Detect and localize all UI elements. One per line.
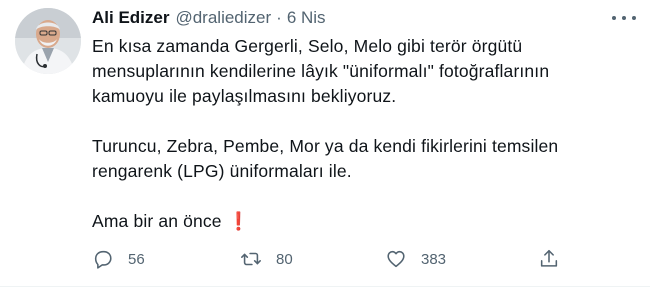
retweet-button[interactable]: 80 [240,246,293,272]
tweet-line: mensuplarının kendilerine lâyık "üniform… [92,61,550,81]
reply-button[interactable]: 56 [92,246,145,272]
exclamation-emoji: ❗ [227,211,250,231]
tweet-line: Turuncu, Zebra, Pembe, Mor ya da kendi f… [92,136,559,156]
tweet-text: En kısa zamanda Gergerli, Selo, Melo gib… [92,34,636,234]
like-button[interactable]: 383 [385,246,446,272]
reply-count: 56 [128,250,145,268]
tweet-line: rengarenk (LPG) üniformaları ile. [92,161,352,181]
tweet[interactable]: Ali Edizer @draliedizer · 6 Nis En kısa … [0,0,650,287]
tweet-date[interactable]: 6 Nis [287,8,326,28]
avatar-image [15,8,81,74]
separator-dot: · [276,8,282,27]
more-options-icon[interactable] [612,10,636,26]
like-count: 383 [421,250,447,268]
avatar[interactable] [15,8,81,74]
share-icon [540,249,558,267]
action-bar: 56 80 383 [92,246,562,272]
tweet-line: Ama bir an önce ❗ [92,209,636,234]
tweet-line: kamuoyu ile paylaşılmasını bekliyoruz. [92,86,397,106]
author-handle[interactable]: @draliedizer [175,8,271,28]
tweet-header: Ali Edizer @draliedizer · 6 Nis [92,6,634,30]
retweet-icon [241,252,261,266]
tweet-line: En kısa zamanda Gergerli, Selo, Melo gib… [92,36,523,56]
heart-icon [387,250,405,268]
author-name[interactable]: Ali Edizer [92,8,169,28]
reply-icon [94,250,112,269]
share-button[interactable] [538,246,560,272]
retweet-count: 80 [276,250,293,268]
tweet-line-text: Ama bir an önce [92,211,222,231]
